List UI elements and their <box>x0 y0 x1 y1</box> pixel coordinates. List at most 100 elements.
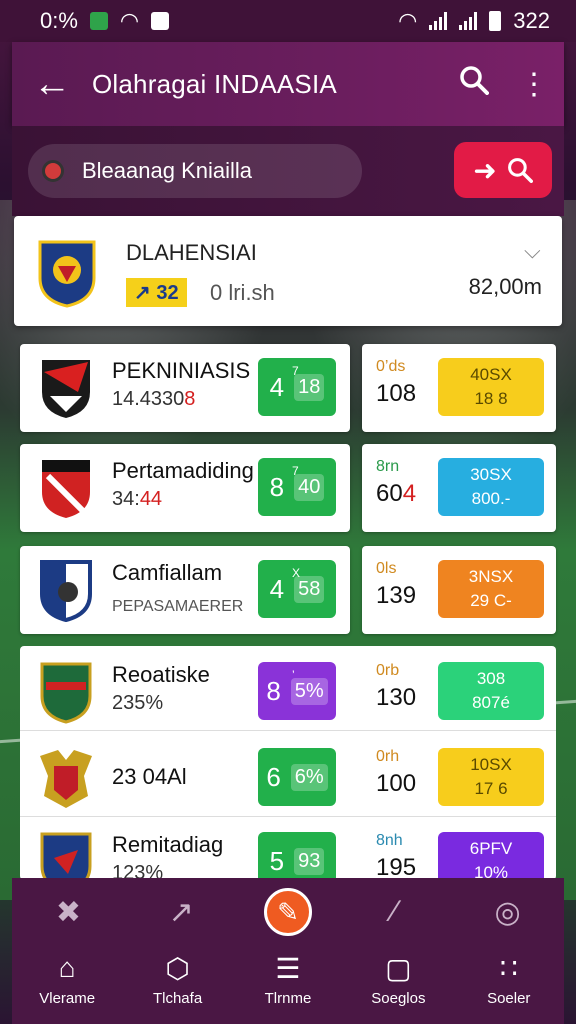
team-crest-icon <box>42 360 90 418</box>
odds-label: 0rh <box>376 748 400 765</box>
score-pill[interactable]: ’ 8 5% <box>258 662 336 720</box>
odds-button[interactable]: 40SX 18 8 <box>438 358 544 416</box>
match-left-card: Camfiallam PEPASAMAERER X 4 58 <box>20 546 350 634</box>
team-name: DLAHENSIAI <box>126 240 257 265</box>
app-bar: ← Olahragai INDAASIA ⋮ <box>12 42 564 126</box>
team-crest-icon <box>42 460 90 518</box>
arrow-right-icon: ➜ <box>473 154 497 186</box>
odds-button[interactable]: 30SX 800.- <box>438 458 544 516</box>
team-value: 123% <box>112 862 164 878</box>
wifi-icon: ◠ <box>119 8 140 33</box>
team-summary-card[interactable]: DLAHENSIAI ↗ 32 0 lri.sh ⌵ 82,00m <box>14 216 562 326</box>
score-pill[interactable]: X 4 58 <box>258 560 336 618</box>
team-amount: 82,00m <box>468 274 542 299</box>
team-name: Camfiallam <box>112 560 223 585</box>
sport-shortcuts: ✖ ↗ ✎ ∕ ◎ <box>12 878 564 946</box>
tab-list[interactable]: ☰ Tlrnme <box>243 952 333 1024</box>
status-time: 322 <box>513 8 550 33</box>
match-left-card: PEKNINIASIS 14.43308 7 4 18 <box>20 344 350 432</box>
odds-button[interactable]: 3NSX 29 C- <box>438 560 544 618</box>
team-sub: 0 lri.sh <box>210 280 275 305</box>
odds-button[interactable]: 308 807é <box>438 662 544 720</box>
search-row: Bleaanag Kniailla ➜ <box>12 126 564 216</box>
odds-button[interactable]: 10SX 17 6 <box>438 748 544 806</box>
signal-icon <box>429 12 448 30</box>
app-icon <box>151 12 170 30</box>
ball-icon[interactable]: ✎ <box>263 888 312 936</box>
team-value: 14.43308 <box>112 388 196 410</box>
tab-grid[interactable]: ∷ Soeler <box>464 952 554 1024</box>
odds-label: 0ls <box>376 560 397 577</box>
tab-label: Soeler <box>487 990 531 1007</box>
tab-label: Soeglos <box>371 990 426 1007</box>
odds-value: 139 <box>376 582 417 609</box>
team-crest-icon <box>40 750 92 808</box>
team-crest-icon <box>40 832 92 878</box>
score-pill[interactable]: 7 4 18 <box>258 358 336 416</box>
odds-value: 108 <box>376 380 417 407</box>
team-value: PEPASAMAERER <box>112 598 244 615</box>
team-name: Pertamadiding <box>112 458 254 483</box>
match-right-card: 8rn 604 30SX 800.- <box>362 444 556 532</box>
score-pill[interactable]: 7 8 40 <box>258 458 336 516</box>
bat-icon[interactable]: ∕ <box>365 895 425 929</box>
grid-icon: ∷ <box>499 953 518 984</box>
match-right-card: 0’ds 108 40SX 18 8 <box>362 344 556 432</box>
team-name: Remitadiag <box>112 832 224 857</box>
odds-label: 8nh <box>376 832 403 849</box>
score-pill[interactable]: 5 93 <box>258 832 336 878</box>
target-icon: ⬡ <box>165 953 190 984</box>
odds-label: 8rn <box>376 458 400 475</box>
match-row[interactable]: Reoatiske 235% ’ 8 5% 0rb 130 308 807é <box>20 648 556 736</box>
team-crest-icon <box>40 662 92 724</box>
team-tag: ↗ 32 <box>126 278 187 307</box>
battery-icon <box>489 11 502 31</box>
score-pill[interactable]: 6 6% <box>258 748 336 806</box>
tab-target[interactable]: ⬡ Tlchafa <box>133 952 223 1024</box>
tab-label: Tlrnme <box>264 990 312 1007</box>
team-crest-icon <box>40 560 92 622</box>
tab-screen[interactable]: ▢ Soeglos <box>353 952 443 1024</box>
odds-value: 195 <box>376 854 417 878</box>
back-arrow-icon[interactable]: ← <box>12 63 92 106</box>
screen-icon: ▢ <box>385 953 412 984</box>
bottom-navigation: ✖ ↗ ✎ ∕ ◎ ⌂ Vlerame ⬡ Tlchafa ☰ Tlrnme ▢… <box>12 878 564 1024</box>
javelin-icon[interactable]: ↗ <box>151 895 211 930</box>
search-button[interactable]: ➜ <box>454 142 552 198</box>
location-pin-icon <box>42 160 64 182</box>
team-value: 235% <box>112 692 164 714</box>
odds-value: 100 <box>376 770 417 797</box>
team-value: 34:44 <box>112 488 163 510</box>
match-row[interactable]: Camfiallam PEPASAMAERER X 4 58 0ls 139 3… <box>20 546 556 634</box>
status-left-text: 0:% <box>40 8 78 33</box>
team-name: PEKNINIASIS <box>112 358 251 383</box>
odds-label: 0rb <box>376 662 400 679</box>
signal-2-icon <box>459 12 478 30</box>
search-input[interactable]: Bleaanag Kniailla <box>28 144 362 198</box>
team-crest-icon <box>38 240 96 308</box>
search-value: Bleaanag Kniailla <box>82 158 253 183</box>
team-name: Reoatiske <box>112 662 210 687</box>
match-row[interactable]: Pertamadiding 34:44 7 8 40 8rn 604 30SX 8… <box>20 444 556 532</box>
team-name: 23 04Al <box>112 764 187 789</box>
badminton-icon[interactable]: ✖ <box>38 895 98 930</box>
match-row[interactable]: Remitadiag 123% 5 93 8nh 195 6PFV 10% <box>20 818 556 878</box>
odds-value: 604 <box>376 480 417 507</box>
page-title: Olahragai INDAASIA <box>92 68 337 99</box>
search-icon[interactable] <box>444 65 504 103</box>
match-row[interactable]: PEKNINIASIS 14.43308 7 4 18 0’ds 108 40S… <box>20 344 556 432</box>
match-left-card: Pertamadiding 34:44 7 8 40 <box>20 444 350 532</box>
tab-label: Tlchafa <box>152 990 203 1007</box>
search-icon <box>507 158 533 183</box>
odds-label: 0’ds <box>376 358 406 375</box>
odds-value: 130 <box>376 684 417 711</box>
tab-home[interactable]: ⌂ Vlerame <box>22 952 112 1024</box>
match-right-card: 0ls 139 3NSX 29 C- <box>362 546 556 634</box>
chevron-down-icon[interactable]: ⌵ <box>524 238 541 264</box>
tab-label: Vlerame <box>39 990 96 1007</box>
match-row[interactable]: 23 04Al 6 6% 0rh 100 10SX 17 6 <box>20 734 556 822</box>
odds-button[interactable]: 6PFV 10% <box>438 832 544 878</box>
volleyball-icon[interactable]: ◎ <box>478 895 538 930</box>
more-vertical-icon[interactable]: ⋮ <box>504 67 564 102</box>
home-icon: ⌂ <box>58 952 76 983</box>
